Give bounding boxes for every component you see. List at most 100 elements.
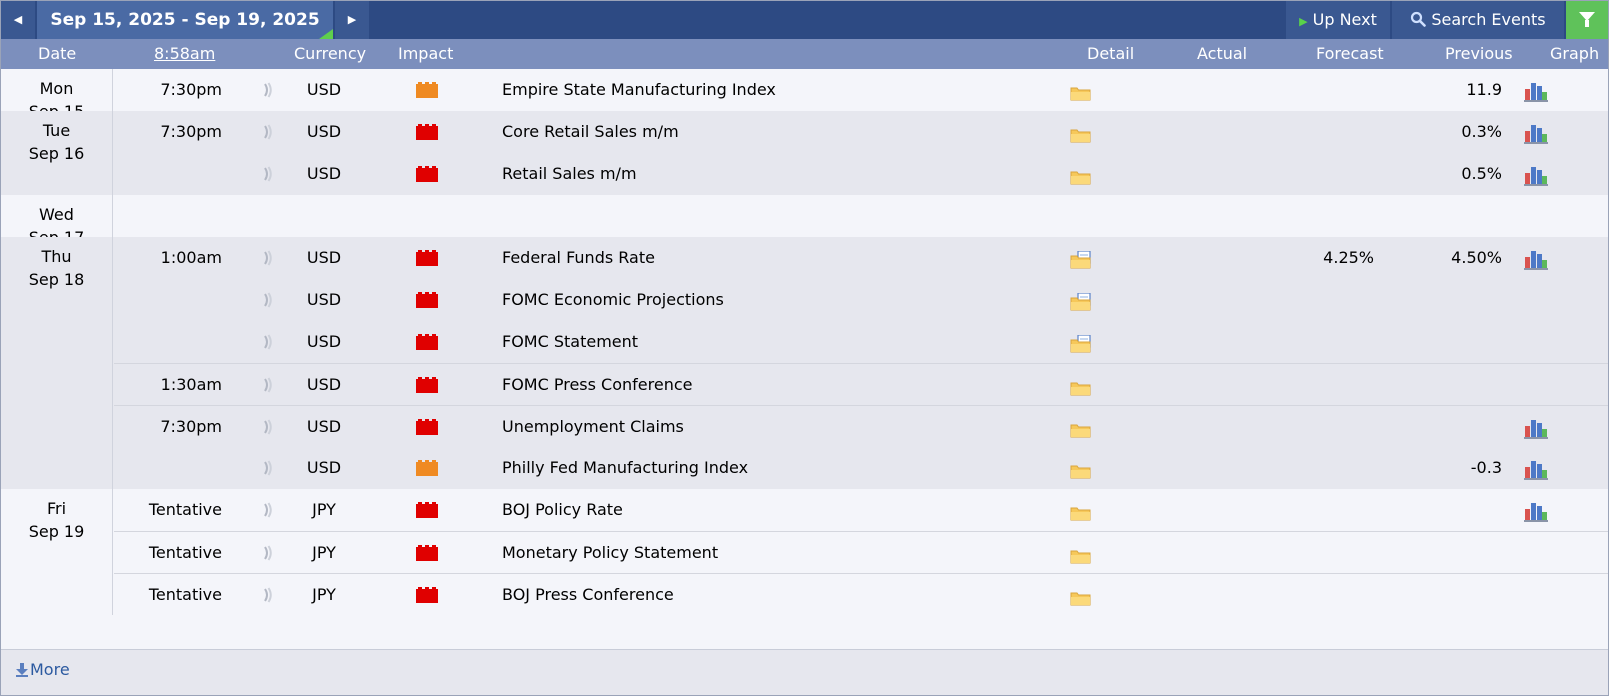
event-title[interactable]: Retail Sales m/m [502,153,637,195]
event-row[interactable]: 1:30am USD FOMC Press Conference [114,363,1608,406]
event-row[interactable]: Tentative JPY BOJ Press Conference [114,573,1608,616]
event-currency: USD [306,290,342,309]
graph-icon[interactable] [1524,417,1548,439]
col-currency: Currency [294,44,367,63]
col-date: Date [38,44,77,63]
event-title[interactable]: FOMC Statement [502,321,638,363]
event-title[interactable]: FOMC Economic Projections [502,279,724,321]
event-time: 7:30pm [160,122,222,141]
graph-icon[interactable] [1524,458,1548,480]
day-weekday: Fri [46,499,67,518]
event-time: Tentative [148,543,222,562]
day-group: WedSep 17 [1,195,1608,247]
day-date: Sep 16 [28,144,85,163]
search-events-button[interactable]: Search Events [1392,1,1564,39]
alert-bell-icon[interactable] [262,502,274,518]
graph-icon[interactable] [1524,164,1548,186]
event-forecast: 4.25% [1323,248,1374,267]
event-title[interactable]: Empire State Manufacturing Index [502,69,776,111]
alert-bell-icon[interactable] [262,419,274,435]
search-icon [1411,11,1427,27]
event-row[interactable]: 7:30pm USD Empire State Manufacturing Inde… [114,69,1608,111]
graph-icon[interactable] [1524,80,1548,102]
alert-bell-icon[interactable] [262,377,274,393]
alert-bell-icon[interactable] [262,587,274,603]
event-row[interactable]: USD FOMC Statement [114,321,1608,363]
prev-week-button[interactable]: ◀ [1,1,35,39]
up-next-button[interactable]: ▶ Up Next [1286,1,1390,39]
event-row[interactable]: Tentative JPY BOJ Policy Rate [114,489,1608,531]
alert-bell-icon[interactable] [262,166,274,182]
day-cell: MonSep 15 [1,69,113,121]
event-currency: USD [306,417,342,436]
event-title[interactable]: Monetary Policy Statement [502,532,718,574]
alert-bell-icon[interactable] [262,82,274,98]
event-time: Tentative [148,500,222,519]
event-time: 1:00am [160,248,222,267]
alert-bell-icon[interactable] [262,292,274,308]
event-title[interactable]: BOJ Press Conference [502,574,674,616]
event-currency: USD [306,164,342,183]
event-time: Tentative [148,585,222,604]
footer: More [1,649,1608,695]
event-currency: JPY [312,585,336,604]
graph-icon[interactable] [1524,500,1548,522]
detail-folder-icon[interactable] [1070,588,1092,606]
date-range-selector[interactable]: Sep 15, 2025 - Sep 19, 2025 [37,1,333,39]
detail-folder-doc-icon[interactable] [1070,250,1092,269]
event-row[interactable]: 7:30pm USD Core Retail Sales m/m 0.3% [114,111,1608,153]
detail-folder-icon[interactable] [1070,503,1092,521]
event-row[interactable]: 7:30pm USD Unemployment Claims [114,405,1608,448]
detail-folder-doc-icon[interactable] [1070,334,1092,353]
alert-bell-icon[interactable] [262,334,274,350]
impact-high-icon [416,124,438,140]
event-currency: USD [306,122,342,141]
detail-folder-doc-icon[interactable] [1070,292,1092,311]
event-title[interactable]: Core Retail Sales m/m [502,111,679,153]
event-previous: 0.3% [1461,122,1502,141]
alert-bell-icon[interactable] [262,460,274,476]
impact-high-icon [416,334,438,350]
filter-button[interactable] [1566,1,1608,39]
detail-folder-icon[interactable] [1070,378,1092,396]
event-title[interactable]: Unemployment Claims [502,406,684,448]
day-date: Sep 19 [28,522,85,541]
event-time: 1:30am [160,375,222,394]
detail-folder-icon[interactable] [1070,461,1092,479]
date-range-label: Sep 15, 2025 - Sep 19, 2025 [50,10,320,30]
event-title[interactable]: Federal Funds Rate [502,237,655,279]
detail-folder-icon[interactable] [1070,167,1092,185]
event-row[interactable]: USD Retail Sales m/m 0.5% [114,153,1608,195]
day-weekday: Tue [42,121,71,140]
detail-folder-icon[interactable] [1070,125,1092,143]
event-title[interactable]: Philly Fed Manufacturing Index [502,447,748,489]
day-cell: Fri Sep 19 [1,489,113,615]
alert-bell-icon[interactable] [262,250,274,266]
impact-high-icon [416,545,438,561]
event-currency: USD [306,248,342,267]
event-title[interactable]: FOMC Press Conference [502,364,692,406]
event-row[interactable]: 1:00am USD Federal Funds Rate 4.25% 4.50% [114,237,1608,279]
graph-icon[interactable] [1524,248,1548,270]
event-row[interactable]: USD FOMC Economic Projections [114,279,1608,321]
alert-bell-icon[interactable] [262,124,274,140]
day-weekday: Wed [39,205,74,224]
more-link[interactable]: More [16,660,70,679]
detail-folder-icon[interactable] [1070,83,1092,101]
event-row[interactable]: USD Philly Fed Manufacturing Index -0.3 [114,447,1608,489]
event-row[interactable]: Tentative JPY Monetary Policy Statement [114,531,1608,574]
graph-icon[interactable] [1524,122,1548,144]
impact-medium-icon [416,82,438,98]
col-current-time[interactable]: 8:58am [154,39,215,69]
day-date: Sep 18 [28,270,85,289]
toolbar: ◀ Sep 15, 2025 - Sep 19, 2025 ▶ ▶ Up Next… [1,1,1608,39]
event-currency: USD [306,458,342,477]
event-title[interactable]: BOJ Policy Rate [502,489,623,531]
alert-bell-icon[interactable] [262,545,274,561]
detail-folder-icon[interactable] [1070,546,1092,564]
event-time: 7:30pm [160,417,222,436]
next-week-button[interactable]: ▶ [335,1,369,39]
chevron-left-icon: ◀ [13,13,23,26]
detail-folder-icon[interactable] [1070,420,1092,438]
day-group: MonSep 15 7:30pm USD Empire State Manufactu… [1,69,1608,121]
